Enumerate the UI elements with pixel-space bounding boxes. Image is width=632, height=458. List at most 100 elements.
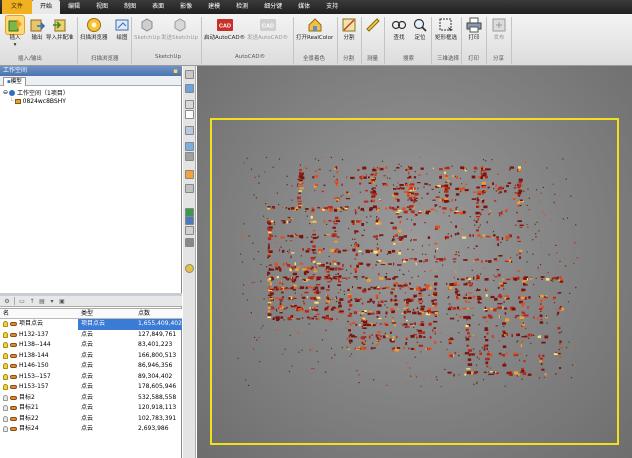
group-separator — [201, 17, 202, 64]
table-row[interactable]: 目标2 点云 532,588,558 — [0, 393, 182, 404]
arrow-up-icon[interactable] — [185, 226, 194, 235]
highlight-icon[interactable] — [185, 216, 194, 225]
toolbar-separator — [14, 297, 15, 305]
name-cell: H146-150 — [0, 361, 78, 372]
header-points[interactable]: 点数 — [135, 309, 182, 318]
menu-tab-10[interactable]: 媒体 — [290, 0, 318, 14]
insert-button[interactable]: 插入 ▾ — [5, 15, 25, 49]
draw-button[interactable]: 绘图 — [113, 16, 131, 42]
sun-icon[interactable] — [185, 264, 194, 273]
table-row[interactable]: H146-150 点云 86,946,356 — [0, 361, 182, 372]
zoom-icon[interactable] — [185, 100, 194, 109]
open-realcolor-button[interactable]: 打开RealColor — [296, 16, 333, 42]
clip-icon[interactable] — [185, 184, 194, 193]
table-row[interactable]: 目标22 点云 102,783,391 — [0, 414, 182, 425]
launch-autocad-button[interactable]: CAD 启动AutoCAD® — [204, 16, 245, 42]
row-name: H138-144 — [19, 351, 49, 359]
table-row[interactable]: 目标21 点云 120,918,113 — [0, 403, 182, 414]
row-name: 目标21 — [19, 404, 39, 411]
view-front-icon[interactable] — [185, 142, 194, 151]
visibility-bulb-icon[interactable] — [3, 352, 8, 359]
sketchup-button[interactable]: SketchUp — [134, 16, 160, 42]
filter-icon[interactable]: ▤ — [38, 297, 46, 305]
send-sketchup-button[interactable]: 发送SketchUp — [161, 16, 198, 42]
menu-tab-7[interactable]: 建模 — [200, 0, 228, 14]
table-row[interactable]: H138--144 点云 83,401,223 — [0, 340, 182, 351]
tab-model[interactable]: ▪模型 — [3, 77, 26, 86]
dropdown-arrow-icon: ▾ — [13, 42, 17, 48]
visibility-bulb-icon[interactable] — [3, 321, 8, 328]
row-name: 目标22 — [19, 414, 39, 422]
group-label-share: 分享 — [493, 56, 505, 62]
print-button[interactable]: 打印 — [465, 16, 483, 42]
row-type: 点云 — [81, 383, 94, 390]
row-name: H153-157 — [19, 383, 49, 390]
visibility-bulb-icon[interactable] — [3, 394, 8, 401]
group-label-split: 分割 — [343, 56, 355, 62]
point-cloud-icon — [10, 364, 17, 369]
tree-root[interactable]: ⊖ 工作空间（1项目） — [3, 88, 69, 97]
menu-tab-1[interactable]: 开始 — [32, 0, 61, 14]
visibility-bulb-icon[interactable] — [3, 331, 8, 338]
group-separator — [511, 17, 512, 64]
publish-button[interactable]: 发布 — [490, 16, 508, 42]
options-icon[interactable]: ▣ — [58, 297, 66, 305]
3d-viewport[interactable] — [197, 66, 632, 458]
measure-button[interactable] — [364, 16, 382, 35]
pan-icon[interactable] — [185, 70, 194, 79]
point-cloud-icon — [10, 332, 17, 337]
split-icon — [340, 16, 358, 34]
palette-icon[interactable] — [185, 170, 194, 179]
up-arrow-icon[interactable]: ↑ — [28, 297, 36, 305]
export-button[interactable]: 输出 — [28, 16, 46, 42]
dropdown-arrow-icon[interactable]: ▾ — [48, 297, 56, 305]
locate-button[interactable]: 定位 — [411, 16, 429, 42]
table-row[interactable]: H132-137 点云 127,849,761 — [0, 330, 182, 341]
menu-tab-9[interactable]: 细分键 — [256, 0, 290, 14]
pin-icon[interactable]: ▪ — [173, 66, 178, 76]
view-side-icon[interactable] — [185, 152, 194, 161]
tree-project[interactable]: └ 0824wc8BSHY — [10, 98, 66, 105]
page-icon[interactable] — [185, 110, 194, 119]
group-label-3d-select: 三维选择 — [437, 56, 460, 62]
send-autocad-button[interactable]: CAD 发送AutoCAD® — [247, 16, 288, 42]
table-row[interactable]: H153-157 点云 178,605,946 — [0, 382, 182, 393]
table-row[interactable]: 项目点云 项目点云 1,655,409,402 — [0, 319, 182, 330]
menu-tab-0[interactable]: 文件 — [2, 0, 33, 14]
import-register-button[interactable]: 导入并配准 — [46, 16, 74, 42]
header-type[interactable]: 类型 — [78, 309, 135, 318]
scan-browser-button[interactable]: 扫描浏览器 — [80, 16, 108, 42]
row-count: 120,918,113 — [138, 404, 177, 411]
visibility-bulb-icon[interactable] — [3, 363, 8, 370]
visibility-bulb-icon[interactable] — [3, 426, 8, 433]
menu-tab-6[interactable]: 影像 — [172, 0, 200, 14]
visibility-bulb-icon[interactable] — [3, 415, 8, 422]
application-window: { "menu": { "tabs": ["文件","开始","编辑","视图"… — [0, 0, 632, 458]
row-type: 点云 — [81, 372, 94, 380]
visibility-bulb-icon[interactable] — [3, 342, 8, 349]
table-row[interactable]: H138-144 点云 166,800,513 — [0, 351, 182, 362]
visibility-bulb-icon[interactable] — [3, 384, 8, 391]
visibility-bulb-icon[interactable] — [3, 373, 8, 380]
visibility-bulb-icon[interactable] — [3, 405, 8, 412]
view-top-icon[interactable] — [185, 126, 194, 135]
menu-tab-11[interactable]: 支持 — [318, 0, 346, 14]
group-label-search: 搜索 — [403, 56, 415, 62]
arrow-down-icon[interactable] — [185, 238, 194, 247]
group-label-autocad: AutoCAD® — [235, 54, 266, 60]
settings-icon[interactable]: ⚙ — [3, 297, 11, 305]
find-button[interactable]: 查找 — [390, 16, 408, 42]
menu-tab-2[interactable]: 编辑 — [60, 0, 88, 14]
menu-tab-5[interactable]: 表面 — [144, 0, 172, 14]
menu-tab-8[interactable]: 检测 — [228, 0, 256, 14]
header-name[interactable]: 名 — [0, 309, 78, 318]
menu-tab-4[interactable]: 制图 — [116, 0, 144, 14]
expand-icon[interactable]: ⊖ — [3, 89, 8, 96]
menu-tab-3[interactable]: 视图 — [88, 0, 116, 14]
folder-icon[interactable]: ▭ — [18, 297, 26, 305]
rect-select-button[interactable]: 矩形框选 — [435, 16, 457, 42]
rotate-icon[interactable] — [185, 84, 194, 93]
split-button[interactable]: 分割 — [340, 16, 358, 42]
table-row[interactable]: 目标24 点云 2,693,986 — [0, 424, 182, 435]
table-row[interactable]: H153--157 点云 89,304,402 — [0, 372, 182, 383]
